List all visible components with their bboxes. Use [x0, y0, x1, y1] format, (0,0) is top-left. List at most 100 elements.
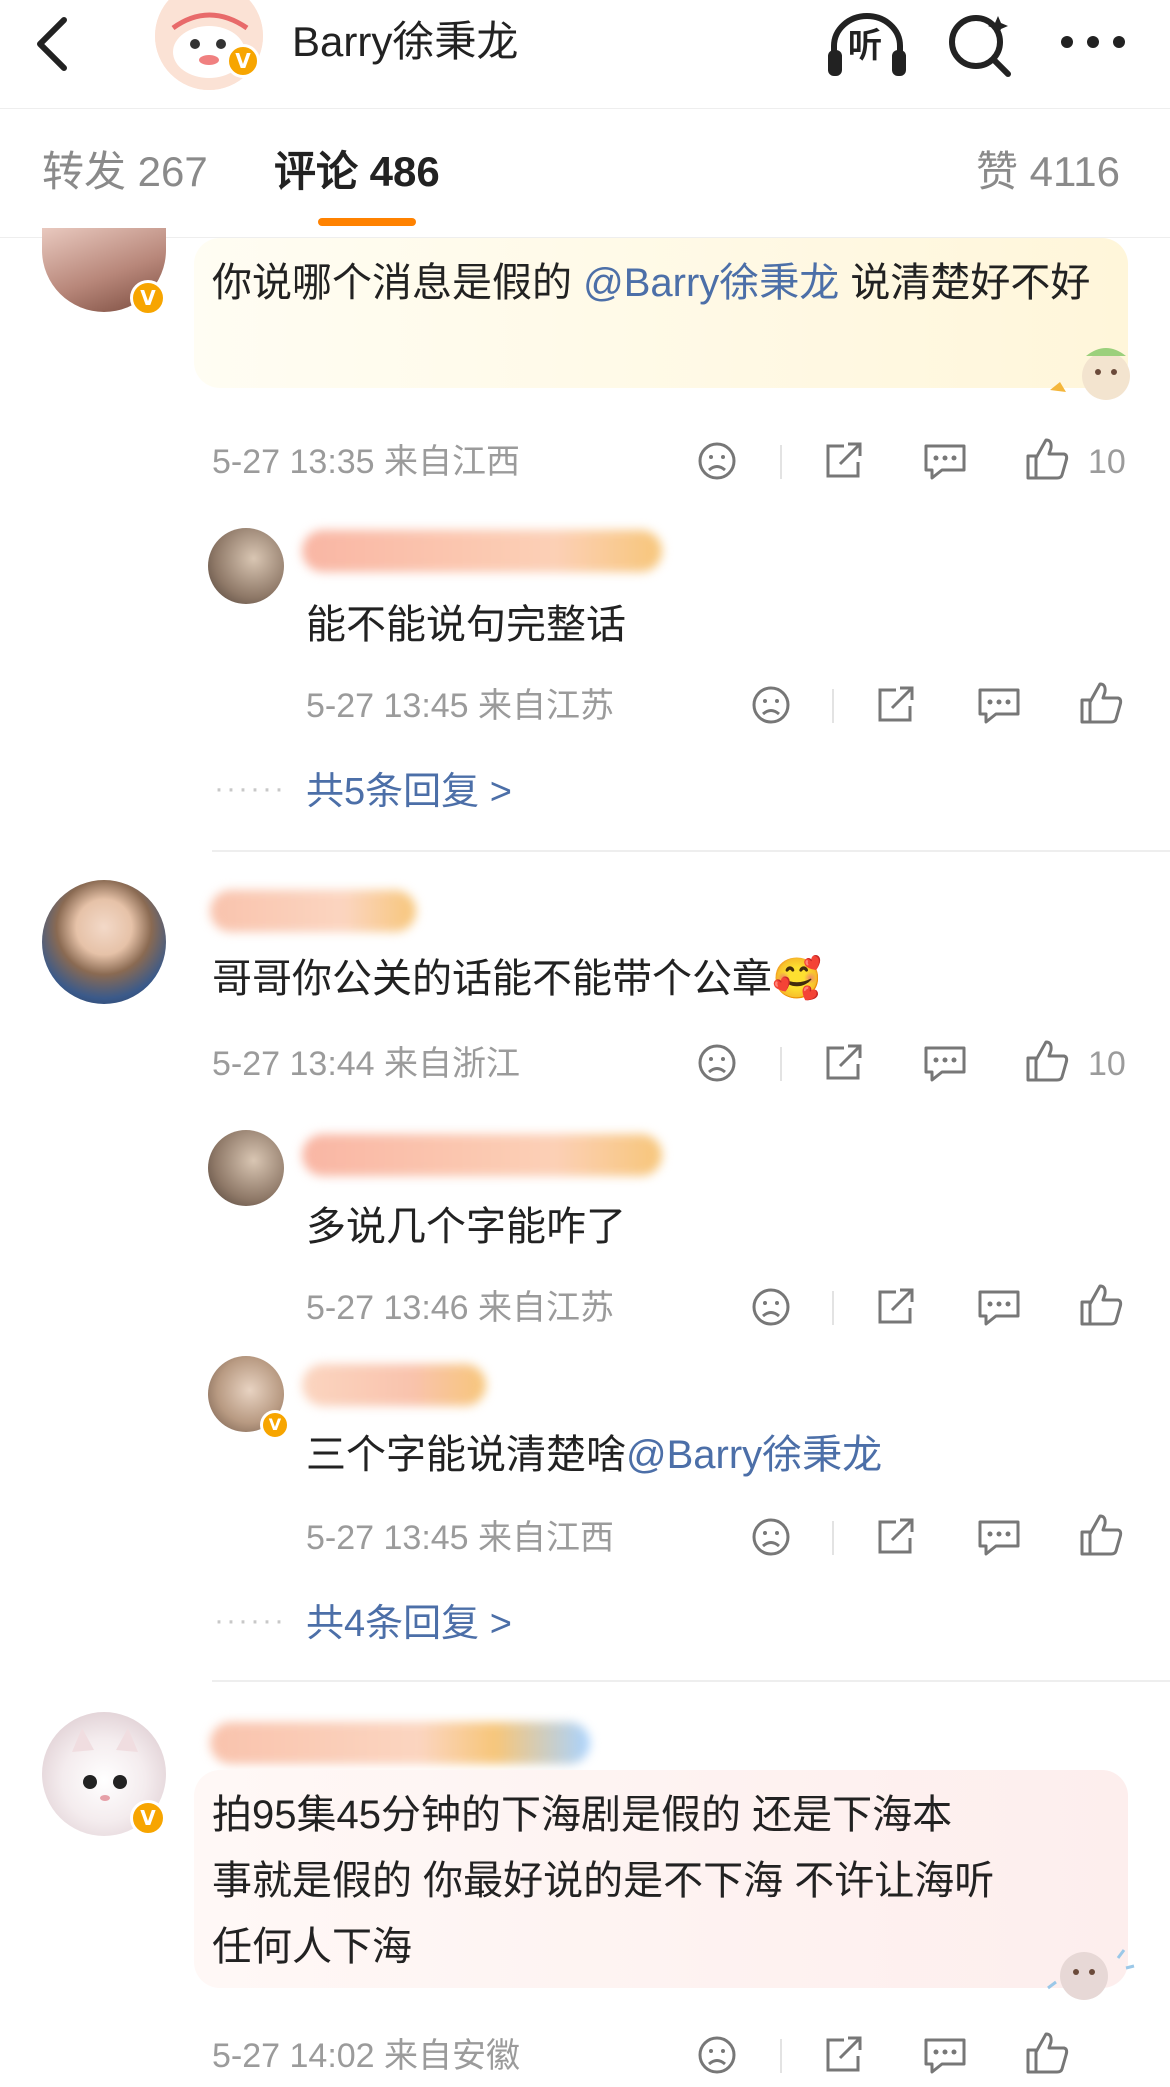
replies-ellipsis: ······	[214, 772, 286, 805]
reply-button[interactable]	[922, 2034, 968, 2081]
frown-icon	[698, 2036, 736, 2074]
comment-icon	[924, 2038, 966, 2074]
like-button[interactable]	[1078, 1282, 1124, 1333]
share-icon	[826, 442, 862, 478]
comment-username-blurred[interactable]	[210, 890, 416, 932]
comment-text-part: 哥哥你公关的话能不能带个公章	[212, 957, 772, 1001]
more-dots-icon	[1061, 36, 1125, 48]
share-button[interactable]	[874, 1516, 918, 1563]
action-divider	[832, 1291, 834, 1325]
share-icon	[878, 686, 914, 722]
search-icon	[949, 15, 1011, 77]
page-title: Barry徐秉龙	[292, 18, 519, 65]
comment-text-part: 说清楚好不好	[839, 261, 1091, 305]
reply-button[interactable]	[922, 440, 968, 487]
dislike-button[interactable]	[696, 2034, 738, 2081]
dislike-button[interactable]	[696, 440, 738, 487]
back-button[interactable]	[28, 14, 78, 74]
more-replies-link[interactable]: 共5条回复 >	[306, 768, 512, 816]
reply-text: 多说几个字能咋了	[306, 1205, 626, 1249]
like-button[interactable]	[1024, 1038, 1070, 1089]
verified-badge: V	[226, 44, 260, 78]
reply-avatar[interactable]	[208, 1130, 284, 1206]
top-bar: V Barry徐秉龙 听	[0, 0, 1170, 105]
like-button[interactable]	[1024, 436, 1070, 487]
comment-text: 哥哥你公关的话能不能带个公章🥰	[212, 946, 822, 1012]
reply-username-blurred[interactable]	[302, 1364, 486, 1406]
share-button[interactable]	[874, 1286, 918, 1333]
action-divider	[832, 1521, 834, 1555]
reply-button[interactable]	[976, 684, 1022, 731]
reply-button[interactable]	[976, 1516, 1022, 1563]
more-options-button[interactable]	[1058, 18, 1128, 73]
reply-text-part: 三个字能说清楚啥	[306, 1433, 626, 1477]
thumbs-up-icon	[1026, 438, 1069, 480]
dislike-button[interactable]	[750, 684, 792, 731]
share-icon	[878, 1518, 914, 1554]
comment-text-line: 任何人下海	[212, 1925, 412, 1969]
reply-text: 三个字能说清楚啥@Barry徐秉龙	[306, 1422, 882, 1488]
dislike-button[interactable]	[750, 1286, 792, 1333]
action-divider	[780, 1047, 782, 1081]
comment-avatar[interactable]	[42, 880, 166, 1004]
active-tab-indicator	[318, 218, 416, 226]
reply-meta: 5-27 13:45 来自江西	[306, 1519, 615, 1557]
share-icon	[878, 1288, 914, 1324]
reply-meta: 5-27 13:45 来自江苏	[306, 687, 615, 725]
frown-icon	[752, 686, 790, 724]
thumbs-up-icon	[1080, 1514, 1123, 1556]
share-button[interactable]	[822, 440, 866, 487]
replies-ellipsis: ······	[214, 1604, 286, 1637]
verified-badge: V	[130, 1800, 166, 1836]
comment-icon	[978, 688, 1020, 724]
chevron-left-icon	[37, 17, 67, 71]
dislike-button[interactable]	[750, 1516, 792, 1563]
comment-icon	[978, 1520, 1020, 1556]
tab-bar: 转发 267 评论 486 赞 4116	[0, 108, 1170, 238]
comment-text-line: 拍95集45分钟的下海剧是假的 还是下海本	[212, 1793, 953, 1837]
share-button[interactable]	[822, 1042, 866, 1089]
tab-likes[interactable]: 赞 4116	[976, 147, 1120, 197]
thumbs-up-icon	[1080, 1284, 1123, 1326]
comment-divider	[212, 1680, 1170, 1682]
thumbs-up-icon	[1026, 1040, 1069, 1082]
share-icon	[826, 2036, 862, 2072]
like-button[interactable]	[1078, 1512, 1124, 1563]
mention-link[interactable]: @Barry徐秉龙	[626, 1433, 882, 1477]
reply-username-blurred[interactable]	[302, 1134, 662, 1176]
like-button[interactable]	[1078, 680, 1124, 731]
frown-icon	[752, 1518, 790, 1556]
share-button[interactable]	[822, 2034, 866, 2081]
comment-icon	[924, 1046, 966, 1082]
comment-divider	[212, 850, 1170, 852]
emoji-icon: 🥰	[772, 956, 822, 1002]
thumbs-up-icon	[1026, 2032, 1069, 2074]
dislike-button[interactable]	[696, 1042, 738, 1089]
share-button[interactable]	[874, 684, 918, 731]
listen-button[interactable]: 听	[824, 10, 910, 85]
thumbs-up-icon	[1080, 682, 1123, 724]
comment-meta: 5-27 13:44 来自浙江	[212, 1045, 521, 1083]
tab-comments[interactable]: 评论 486	[274, 147, 440, 197]
frown-icon	[752, 1288, 790, 1326]
comment-username-blurred[interactable]	[210, 1722, 590, 1764]
listen-label: 听	[848, 27, 882, 65]
frown-icon	[698, 442, 736, 480]
reply-button[interactable]	[922, 1042, 968, 1089]
search-button[interactable]	[946, 10, 1016, 85]
sticker-decoration	[1047, 1949, 1135, 2000]
reply-avatar[interactable]	[208, 528, 284, 604]
mention-link[interactable]: @Barry徐秉龙	[583, 261, 839, 305]
like-count: 10	[1088, 443, 1126, 481]
reply-meta: 5-27 13:46 来自江苏	[306, 1289, 615, 1327]
comment-text-part: 你说哪个消息是假的	[212, 261, 584, 305]
action-divider	[780, 445, 782, 479]
action-divider	[832, 689, 834, 723]
tab-reposts[interactable]: 转发 267	[42, 147, 208, 197]
like-button[interactable]	[1024, 2030, 1070, 2081]
reply-username-blurred[interactable]	[302, 530, 662, 572]
comment-icon	[978, 1290, 1020, 1326]
like-count: 10	[1088, 1045, 1126, 1083]
more-replies-link[interactable]: 共4条回复 >	[306, 1600, 512, 1648]
reply-button[interactable]	[976, 1286, 1022, 1333]
